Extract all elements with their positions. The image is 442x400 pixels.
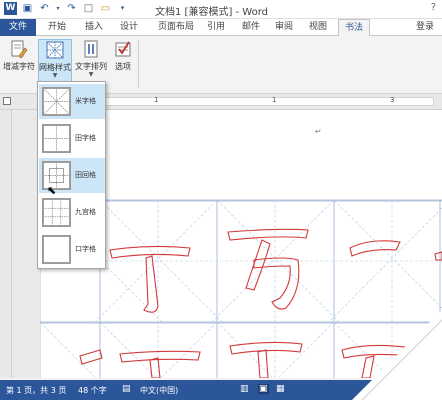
- proofing-icon[interactable]: ▤: [122, 384, 131, 394]
- customize-qat-icon[interactable]: ▾: [116, 2, 129, 15]
- tab-insert[interactable]: 插入: [79, 19, 109, 36]
- page-curl-decoration: [352, 310, 442, 400]
- word-logo-icon: W: [4, 2, 17, 15]
- save-icon[interactable]: ▣: [21, 2, 34, 15]
- add-remove-chars-label: 增减字符: [3, 62, 35, 71]
- tab-page-layout[interactable]: 页面布局: [153, 19, 199, 36]
- chevron-down-icon: ▼: [52, 72, 58, 79]
- options-label: 选项: [115, 62, 131, 71]
- jiugong-grid-icon: [42, 198, 71, 227]
- add-remove-chars-icon: [11, 40, 28, 59]
- grid-option-tianhui[interactable]: 田回格 ⬉: [39, 158, 105, 197]
- grid-option-mi[interactable]: 米字格: [39, 84, 105, 119]
- grid-option-label: 九宫格: [75, 208, 96, 216]
- kou-grid-icon: [42, 235, 71, 264]
- tab-mailings[interactable]: 邮件: [237, 19, 265, 36]
- tab-design[interactable]: 设计: [114, 19, 144, 36]
- quick-access-toolbar: W ▣ ↶ ▾ ↷ □ ▭ ▾: [4, 2, 129, 15]
- vertical-ruler[interactable]: [0, 110, 12, 378]
- tab-file[interactable]: 文件: [0, 19, 36, 36]
- undo-dropdown-icon[interactable]: ▾: [55, 2, 61, 15]
- web-layout-icon[interactable]: ▦: [276, 384, 285, 394]
- grid-option-label: 米字格: [75, 97, 96, 105]
- ruler-number: 1: [154, 96, 159, 104]
- options-icon: [115, 41, 131, 57]
- grid-option-label: 口字格: [75, 245, 96, 253]
- text-arrange-label: 文字排列: [75, 62, 107, 71]
- options-button[interactable]: 选项: [106, 39, 140, 89]
- new-doc-icon[interactable]: □: [82, 2, 95, 15]
- tian-grid-icon: [42, 124, 71, 153]
- word-count[interactable]: 48 个字: [78, 385, 107, 396]
- language-indicator[interactable]: 中文(中国): [140, 385, 178, 396]
- tab-review[interactable]: 审阅: [270, 19, 298, 36]
- open-icon[interactable]: ▭: [99, 2, 112, 15]
- ruler-number: 1: [272, 96, 277, 104]
- tab-calligraphy[interactable]: 书法: [338, 19, 370, 37]
- read-mode-icon[interactable]: ▥: [240, 384, 249, 394]
- grid-style-label: 网格样式: [39, 63, 71, 72]
- grid-option-jiugong[interactable]: 九宫格: [39, 195, 105, 230]
- title-bar: W ▣ ↶ ▾ ↷ □ ▭ ▾ 文档1 [兼容模式] - Word ?: [0, 0, 442, 19]
- word-window: W ▣ ↶ ▾ ↷ □ ▭ ▾ 文档1 [兼容模式] - Word ? 文件 开…: [0, 0, 442, 400]
- grid-option-kou[interactable]: 口字格: [39, 232, 105, 267]
- login-link[interactable]: 登录: [416, 19, 434, 36]
- grid-style-dropdown: 米字格 田字格 田回格 ⬉ 九宫格 口字格: [37, 81, 106, 269]
- chevron-down-icon: ▼: [88, 71, 94, 78]
- ruler-corner-icon[interactable]: [3, 97, 11, 105]
- tab-references[interactable]: 引用: [202, 19, 230, 36]
- mi-grid-icon: [42, 87, 71, 116]
- text-arrange-icon: [84, 40, 98, 58]
- ribbon-tabs: 文件 开始 插入 设计 页面布局 引用 邮件 审阅 视图 书法 登录: [0, 19, 442, 37]
- print-layout-icon[interactable]: ▣: [258, 384, 269, 394]
- ribbon-group-divider: [138, 40, 139, 88]
- grid-style-icon: [46, 41, 64, 59]
- redo-icon[interactable]: ↷: [65, 2, 78, 15]
- grid-option-label: 田回格: [75, 171, 96, 179]
- window-title: 文档1 [兼容模式] - Word: [155, 7, 269, 18]
- help-icon[interactable]: ?: [431, 2, 436, 13]
- undo-icon[interactable]: ↶: [38, 2, 51, 15]
- page-count[interactable]: 第 1 页，共 3 页: [6, 385, 66, 396]
- ruler-scale: [62, 97, 434, 106]
- tab-view[interactable]: 视图: [304, 19, 332, 36]
- grid-option-tian[interactable]: 田字格: [39, 121, 105, 156]
- grid-option-label: 田字格: [75, 134, 96, 142]
- ruler-number: 3: [390, 96, 395, 104]
- tab-home[interactable]: 开始: [42, 19, 72, 36]
- add-remove-chars-button[interactable]: 增减字符: [2, 39, 36, 89]
